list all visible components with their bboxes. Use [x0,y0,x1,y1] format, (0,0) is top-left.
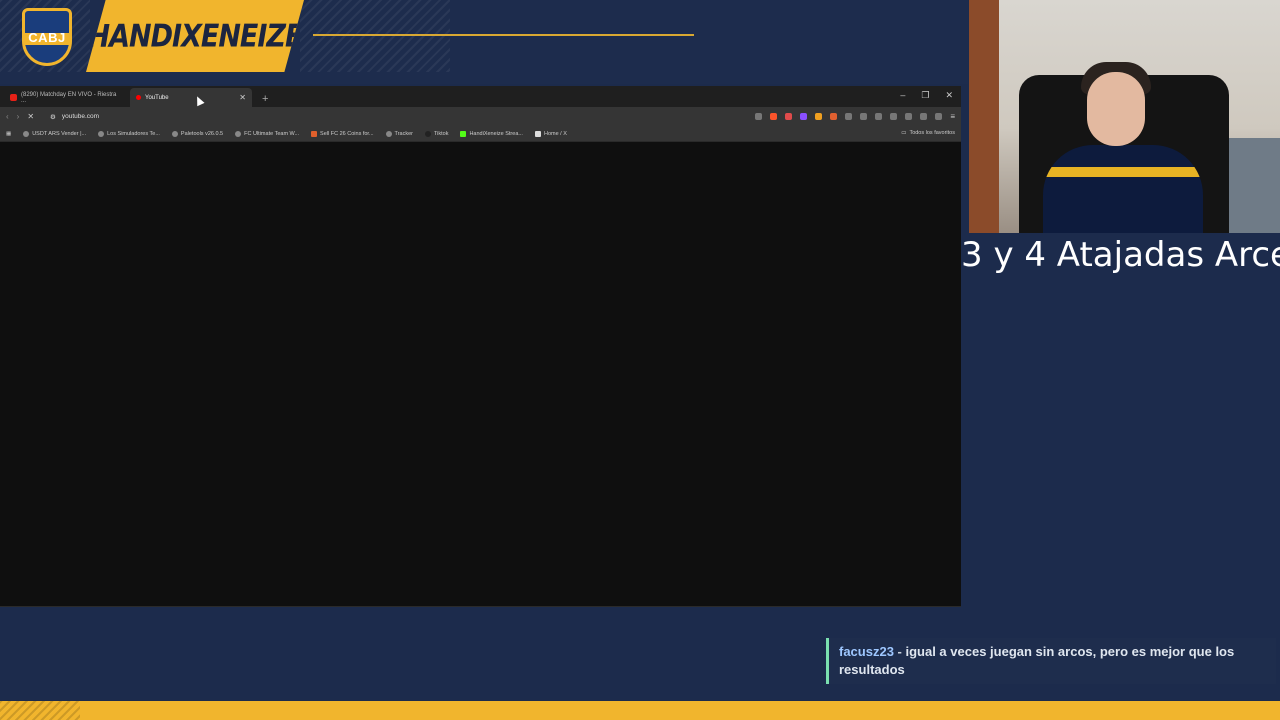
tab-title: YouTube [145,94,169,101]
address-bar[interactable]: ⚙ youtube.com [42,109,712,124]
extensions-icon[interactable] [920,113,928,120]
extension-icon[interactable] [830,113,838,120]
folder-icon: ▭ [901,130,907,136]
forward-arrow-icon[interactable]: › [17,112,20,121]
tab-strip: (8290) Matchday EN VIVO - Riestra ... Yo… [0,86,961,107]
navigation-toolbar: ‹ › ✕ ⚙ youtube.com ≡ [0,107,961,126]
tab-matchday[interactable]: (8290) Matchday EN VIVO - Riestra ... [4,88,126,107]
extension-icon[interactable] [815,113,823,120]
bookmark-item[interactable]: HandiXeneize Strea... [460,130,523,137]
restore-button[interactable]: ❐ [921,90,929,101]
share-icon[interactable] [755,113,763,120]
bookmark-favicon-icon [171,130,178,137]
bookmark-favicon-icon [235,130,242,137]
bookmark-item[interactable]: Los Simuladores Te... [98,130,160,137]
chat-message: facusz23 - igual a veces juegan sin arco… [826,638,1276,684]
window-controls: – ❐ ✕ [900,90,953,101]
vpn-icon[interactable] [935,113,943,120]
bookmark-favicon-icon [385,130,392,137]
chat-separator: - [893,644,906,659]
menu-icon[interactable]: ≡ [950,112,955,121]
apps-grid-icon[interactable]: ▦ [6,131,11,137]
kick-icon [460,130,467,137]
crest-text: CABJ [28,29,66,45]
bookmark-item[interactable]: Home / X [534,130,567,137]
page-content-blank [0,144,961,606]
webcam-feed [969,0,1280,233]
all-bookmarks-button[interactable]: ▭ Todos los favoritos [901,130,955,136]
chat-username: facusz23 [839,644,894,659]
bookmark-item[interactable]: FC Ultimate Team W... [235,130,299,137]
tab-title: (8290) Matchday EN VIVO - Riestra ... [21,91,117,104]
extension-icon[interactable] [800,113,808,120]
club-crest-logo: CABJ [22,8,72,66]
url-text: youtube.com [61,113,100,120]
minimize-button[interactable]: – [900,90,905,101]
overlay-caption: 3 y 4 Atajadas Arce [961,235,1280,275]
close-window-button[interactable]: ✕ [945,90,953,101]
extension-icon[interactable] [845,113,853,120]
bottom-gold-bar [0,701,1280,720]
bookmark-item[interactable]: Tiktok [424,130,448,137]
site-settings-icon[interactable]: ⚙ [50,113,56,121]
streamer-name: HANDIXENEIZE [87,18,304,54]
bookmark-item[interactable]: USDT ARS Vender |... [23,130,86,137]
brave-shield-icon[interactable] [770,113,778,120]
browser-window: (8290) Matchday EN VIVO - Riestra ... Yo… [0,86,961,607]
tab-youtube[interactable]: YouTube ✕ [130,88,252,107]
header-divider-line [313,34,694,36]
stream-overlay-header: CABJ HANDIXENEIZE [0,0,968,84]
x-logo-icon [534,130,541,137]
extension-icon[interactable] [860,113,868,120]
bookmark-item[interactable]: Tracker [385,130,413,137]
bookmark-favicon-icon [98,130,105,137]
tiktok-icon [424,130,431,137]
bookmark-item[interactable]: Paletools v26.0.5 [171,130,223,137]
close-tab-icon[interactable]: ✕ [239,93,246,102]
youtube-favicon-icon [10,94,17,101]
stop-loading-icon[interactable]: ✕ [27,112,34,121]
bookmarks-bar: ▦ USDT ARS Vender |... Los Simuladores T… [0,126,961,142]
sidebar-icon[interactable] [890,113,898,120]
back-arrow-icon[interactable]: ‹ [6,112,9,121]
bottom-hatch-pattern [0,701,80,720]
new-tab-button[interactable]: + [262,93,268,105]
streamer-name-plate: HANDIXENEIZE [86,0,304,72]
bookmark-item[interactable]: Sell FC 26 Coins for... [311,130,374,137]
brave-rewards-icon[interactable] [785,113,793,120]
media-icon[interactable] [875,113,883,120]
bookmark-favicon-icon [311,130,318,137]
bookmark-favicon-icon [23,130,30,137]
extension-icons: ≡ [755,112,955,121]
loading-favicon-icon [136,95,141,100]
hatch-pattern-right [300,0,450,72]
wallet-icon[interactable] [905,113,913,120]
